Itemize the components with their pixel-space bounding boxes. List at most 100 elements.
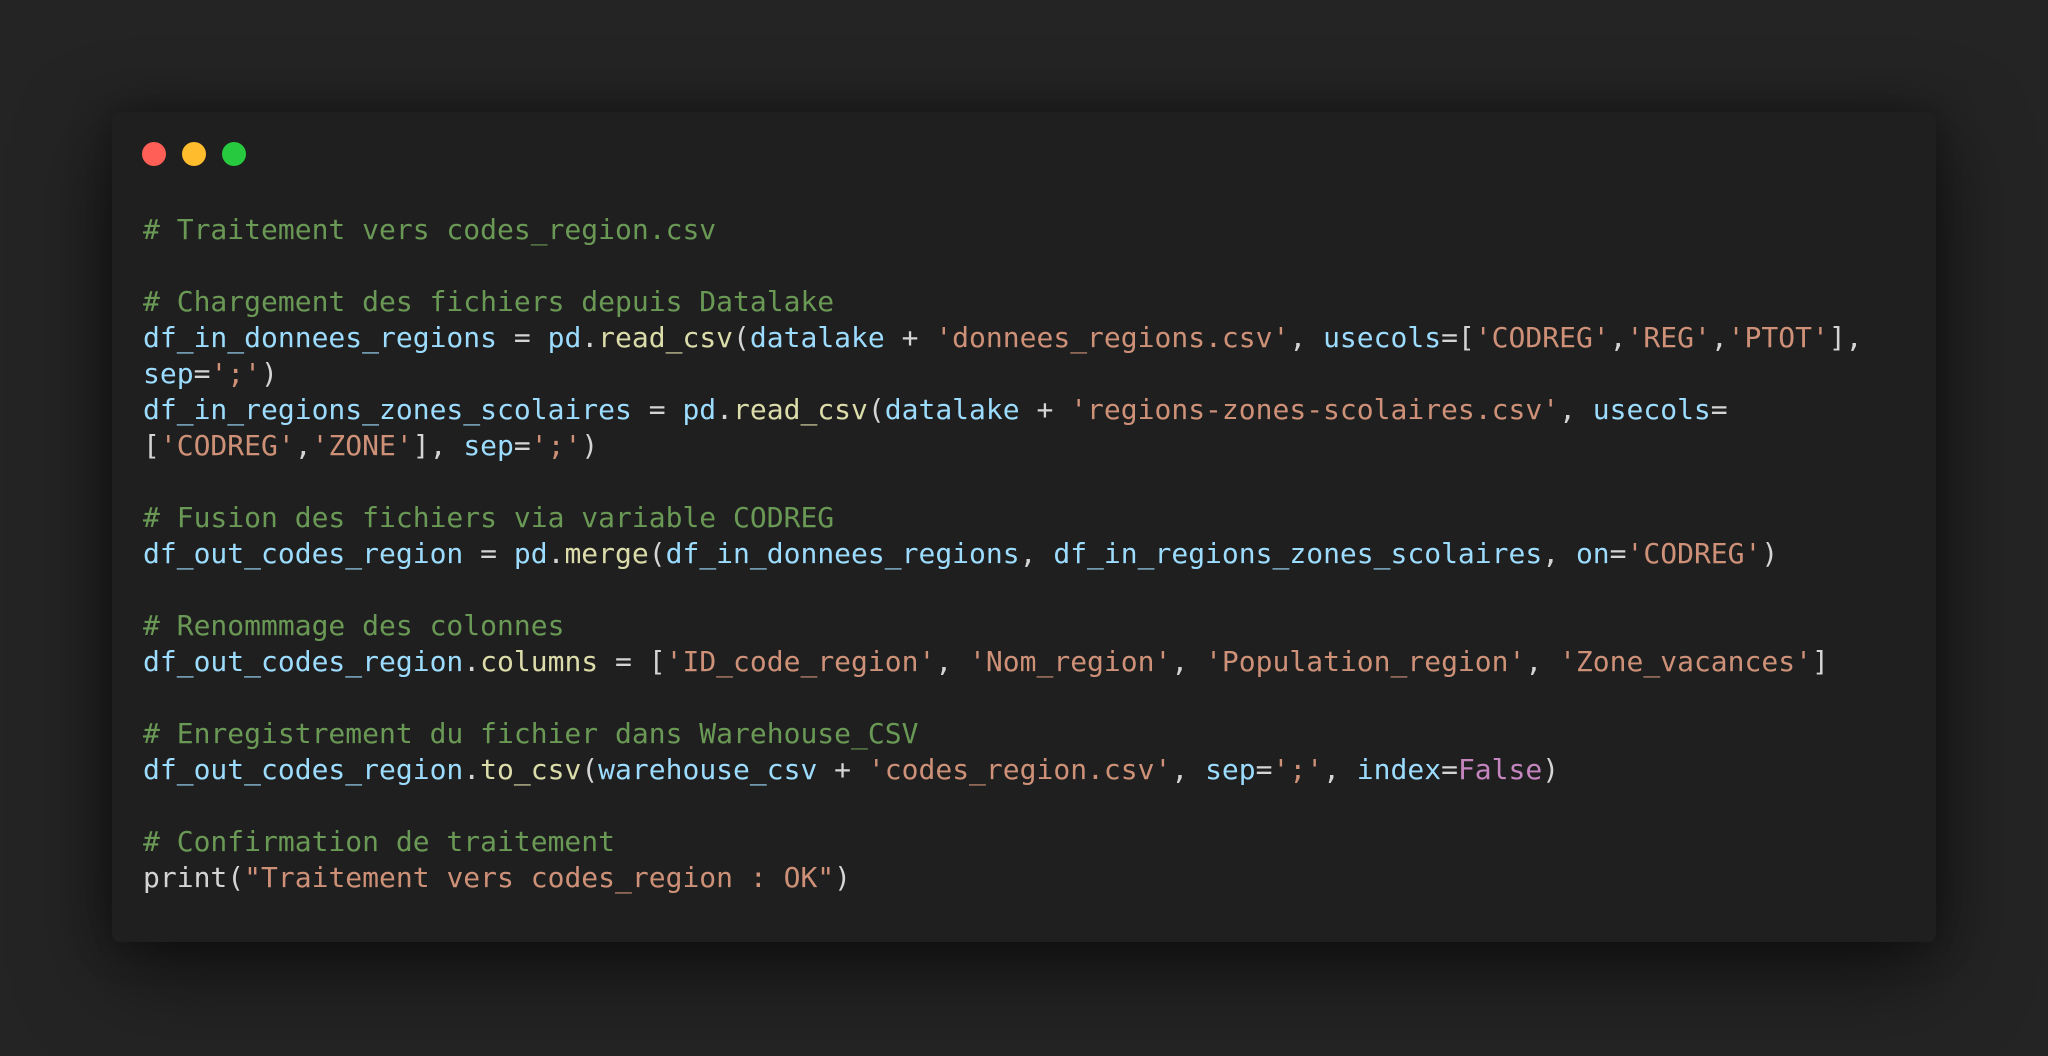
code-token-plain: . (463, 753, 481, 786)
code-token-func: to_csv (480, 753, 582, 786)
code-token-string: "Traitement vers codes_region : OK" (244, 861, 835, 894)
code-token-var: datalake (884, 393, 1020, 426)
code-token-plain: = (1710, 393, 1728, 426)
code-line: print("Traitement vers codes_region : OK… (143, 860, 1913, 896)
code-token-plain: ) (261, 357, 278, 390)
code-token-string: 'ZONE' (311, 429, 413, 462)
code-token-string: ';' (530, 429, 582, 462)
code-line: df_out_codes_region.columns = ['ID_code_… (143, 644, 1913, 680)
code-token-func: columns (480, 645, 599, 678)
code-token-var: df_in_donnees_regions (665, 537, 1020, 570)
code-token-plain: ], (412, 429, 464, 462)
code-line: df_out_codes_region = pd.merge(df_in_don… (143, 536, 1913, 572)
close-dot[interactable] (142, 142, 166, 166)
code-token-comment: # Fusion des fichiers via variable CODRE… (143, 501, 835, 534)
code-token-plain: , (1171, 645, 1206, 678)
code-token-plain: ], (1828, 321, 1863, 354)
code-token-plain: = (497, 321, 548, 354)
code-line: # Fusion des fichiers via variable CODRE… (143, 500, 1913, 536)
code-token-plain: , (1710, 321, 1728, 354)
code-token-string: 'ID_code_region' (665, 645, 936, 678)
code-token-var: usecols (1592, 393, 1711, 426)
code-token-func: read_csv (598, 321, 734, 354)
code-token-plain: . (547, 537, 565, 570)
code-token-plain: . (581, 321, 599, 354)
code-line: ['CODREG','ZONE'], sep=';') (143, 428, 1913, 464)
code-token-plain: = (513, 429, 531, 462)
code-token-func: merge (564, 537, 649, 570)
code-token-string: 'Population_region' (1205, 645, 1526, 678)
code-token-comment: # Traitement vers codes_region.csv (143, 213, 717, 246)
code-line: # Enregistrement du fichier dans Warehou… (143, 716, 1913, 752)
code-token-string: 'REG' (1626, 321, 1711, 354)
code-token-plain: ) (581, 429, 599, 462)
minimize-dot[interactable] (182, 142, 206, 166)
code-token-var: df_in_regions_zones_scolaires (143, 393, 632, 426)
code-block: # Traitement vers codes_region.csv # Cha… (143, 212, 1913, 896)
code-token-var: usecols (1323, 321, 1442, 354)
code-token-var: index (1356, 753, 1442, 786)
code-token-var: datalake (749, 321, 885, 354)
code-token-plain: = (463, 537, 514, 570)
code-token-plain: , (1019, 537, 1054, 570)
code-token-comment: # Renommmage des colonnes (143, 609, 565, 642)
code-token-string: 'CODREG' (1626, 537, 1762, 570)
code-line: # Confirmation de traitement (143, 824, 1913, 860)
code-line: df_in_donnees_regions = pd.read_csv(data… (143, 320, 1913, 356)
code-token-string: 'CODREG' (159, 429, 295, 462)
code-token-plain: , (1323, 753, 1357, 786)
code-token-plain: =[ (1441, 321, 1475, 354)
code-token-plain: . (716, 393, 734, 426)
code-token-plain: , (1171, 753, 1206, 786)
code-token-string: 'CODREG' (1474, 321, 1610, 354)
code-token-plain: print( (143, 861, 245, 894)
code-token-plain: = (1441, 753, 1458, 786)
code-line: # Chargement des fichiers depuis Datalak… (143, 284, 1913, 320)
code-token-var: df_out_codes_region (143, 753, 464, 786)
code-token-plain: ) (834, 861, 852, 894)
code-token-plain: [ (143, 429, 160, 462)
code-token-plain: ) (1542, 753, 1560, 786)
code-token-string: ';' (210, 357, 262, 390)
code-token-var: sep (143, 357, 194, 390)
code-token-plain: + (1019, 393, 1071, 426)
code-token-keyword: False (1457, 753, 1543, 786)
code-token-string: 'codes_region.csv' (867, 753, 1172, 786)
code-token-var: warehouse_csv (598, 753, 818, 786)
code-token-plain: , (935, 645, 970, 678)
code-token-comment: # Confirmation de traitement (143, 825, 616, 858)
code-token-func: read_csv (733, 393, 868, 426)
code-token-string: 'donnees_regions.csv' (935, 321, 1290, 354)
code-token-plain: , (1542, 537, 1576, 570)
code-line: # Renommmage des colonnes (143, 608, 1913, 644)
code-token-var: on (1575, 537, 1610, 570)
code-token-string: 'Nom_region' (969, 645, 1172, 678)
code-token-comment: # Chargement des fichiers depuis Datalak… (143, 285, 835, 318)
code-token-plain: ( (867, 393, 885, 426)
code-token-var: sep (1205, 753, 1256, 786)
code-token-plain: = [ (598, 645, 666, 678)
code-token-var: df_in_donnees_regions (143, 321, 498, 354)
code-window: # Traitement vers codes_region.csv # Cha… (112, 112, 1936, 942)
code-token-plain: , (1559, 393, 1593, 426)
code-token-var: df_out_codes_region (143, 645, 464, 678)
code-token-plain: , (1289, 321, 1324, 354)
code-token-plain: ( (648, 537, 666, 570)
code-token-plain: ( (581, 753, 599, 786)
code-token-var: df_out_codes_region (143, 537, 464, 570)
code-token-plain: = (631, 393, 683, 426)
maximize-dot[interactable] (222, 142, 246, 166)
code-token-plain: + (884, 321, 936, 354)
code-token-string: 'regions-zones-scolaires.csv' (1070, 393, 1560, 426)
code-token-comment: # Enregistrement du fichier dans Warehou… (143, 717, 919, 750)
code-token-plain: = (1609, 537, 1627, 570)
code-token-plain: ] (1811, 645, 1829, 678)
code-token-string: ';' (1272, 753, 1324, 786)
code-token-plain: , (1609, 321, 1627, 354)
code-token-plain: ) (1761, 537, 1779, 570)
